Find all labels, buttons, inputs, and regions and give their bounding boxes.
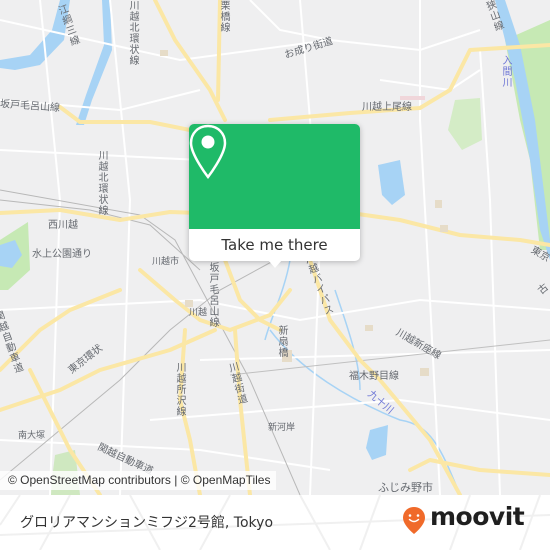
map-label-river: 入間川 bbox=[500, 55, 511, 88]
map-label-place: 西川越 bbox=[48, 220, 78, 231]
map-label-place: 川越 bbox=[189, 308, 208, 318]
location-popup: Take me there bbox=[189, 124, 360, 268]
pond bbox=[366, 425, 388, 460]
map-label-road: 水上公園通り bbox=[32, 249, 92, 260]
map-attribution[interactable]: © OpenStreetMap contributors | © OpenMap… bbox=[0, 471, 277, 490]
map-label-place: 南大塚 bbox=[18, 431, 46, 441]
map-label-road: 川越上尾線 bbox=[362, 102, 412, 113]
map-label-place: 新河岸 bbox=[268, 423, 296, 433]
map-label-road: 福木野目線 bbox=[349, 371, 399, 382]
popup-header bbox=[189, 124, 360, 229]
map-label-place: ふじみ野市 bbox=[378, 481, 433, 494]
take-me-there-button[interactable]: Take me there bbox=[189, 229, 360, 261]
pond bbox=[378, 160, 405, 205]
moovit-pin-logo-icon bbox=[403, 507, 425, 534]
map-label-road: 川越北環状線 bbox=[127, 0, 138, 66]
map-label-road: 川越所沢線 bbox=[174, 362, 185, 417]
park-area bbox=[448, 98, 482, 150]
map-pin-icon bbox=[189, 124, 227, 180]
footer: グロリアマンションミフジ2号館, Tokyo moovit bbox=[0, 495, 550, 550]
map-label-road: 坂戸毛呂山線 bbox=[207, 262, 218, 328]
place-name: グロリアマンションミフジ2号館, Tokyo bbox=[20, 515, 274, 531]
map-label-road: 栗橋線 bbox=[218, 0, 229, 33]
moovit-wordmark: moovit bbox=[430, 502, 525, 531]
map-label-road: 川越北環状線 bbox=[96, 150, 107, 216]
map-label-place: 新扇橋 bbox=[276, 325, 287, 358]
map-label-place: 川越市 bbox=[152, 257, 180, 267]
popup-pointer bbox=[268, 260, 282, 268]
map[interactable]: 江綱三線 川越北環状線 栗橋線 坂戸毛呂山線 お成り街道 川越上尾線 狭山線 入… bbox=[0, 0, 550, 495]
